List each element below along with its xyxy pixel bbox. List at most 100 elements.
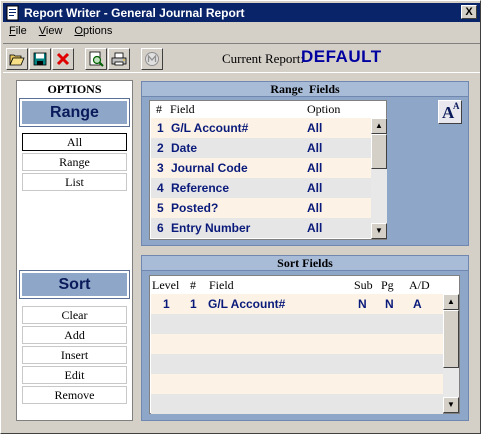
range-scrollbar[interactable]: ▲ ▼ xyxy=(371,118,387,239)
current-report-label: Current Report: xyxy=(222,51,304,66)
row-num: 3 xyxy=(157,161,164,175)
sort-empty-row[interactable] xyxy=(151,374,443,394)
col-option-header: Option xyxy=(307,102,341,116)
range-header: Range xyxy=(19,98,130,127)
sort-fields-table: Level # Field Sub Pg A/D 1 1 G/L Account… xyxy=(149,275,460,414)
row-field: G/L Account# xyxy=(208,297,286,311)
font-size-button[interactable]: A A xyxy=(438,100,462,124)
col-ad-header: A/D xyxy=(409,278,430,292)
menu-options[interactable]: Options xyxy=(68,23,118,41)
col-field-header: Field xyxy=(209,278,234,292)
range-row[interactable]: 6 Entry Number All xyxy=(151,218,372,238)
range-all-button[interactable]: All xyxy=(22,133,127,151)
range-fields-panel: Range Fields # Field Option 1 G/L Accoun… xyxy=(141,81,469,246)
row-option: All xyxy=(307,181,323,195)
options-title: OPTIONS xyxy=(47,82,102,96)
save-disk-icon xyxy=(33,52,47,66)
range-row[interactable]: 2 Date All xyxy=(151,138,372,158)
row-num: 1 xyxy=(157,121,164,135)
sort-add-button[interactable]: Add xyxy=(22,326,127,344)
sort-header: Sort xyxy=(19,270,130,299)
menu-bar: File View Options xyxy=(3,23,118,41)
row-level: 1 xyxy=(163,297,170,311)
sort-empty-row[interactable] xyxy=(151,334,443,354)
current-report-value: DEFAULT xyxy=(301,47,382,66)
row-option: All xyxy=(307,221,323,235)
scroll-down-icon[interactable]: ▼ xyxy=(371,223,387,239)
print-preview-button[interactable] xyxy=(85,48,107,70)
delete-x-icon xyxy=(56,52,70,66)
range-row[interactable]: 4 Reference All xyxy=(151,178,372,198)
row-field: G/L Account# xyxy=(171,121,249,135)
row-num: 1 xyxy=(190,297,197,311)
open-folder-icon xyxy=(9,54,25,66)
save-button[interactable] xyxy=(29,48,51,70)
sort-edit-button[interactable]: Edit xyxy=(22,366,127,384)
row-num: 6 xyxy=(157,221,164,235)
scroll-thumb[interactable] xyxy=(371,134,387,169)
sort-fields-panel: Sort Fields Level # Field Sub Pg A/D 1 1… xyxy=(141,255,469,421)
title-bar: Report Writer - General Journal Report X xyxy=(3,3,480,22)
range-range-button[interactable]: Range xyxy=(22,153,127,171)
row-ad: A xyxy=(413,297,422,311)
range-fields-table: # Field Option 1 G/L Account# All 2 Date… xyxy=(149,100,387,240)
close-button[interactable]: X xyxy=(461,5,477,19)
sort-remove-button[interactable]: Remove xyxy=(22,386,127,404)
delete-button[interactable] xyxy=(52,48,74,70)
range-fields-title: Range Fields xyxy=(142,82,468,97)
sort-insert-button[interactable]: Insert xyxy=(22,346,127,364)
print-preview-icon xyxy=(89,51,104,67)
sort-empty-row[interactable] xyxy=(151,394,443,414)
print-icon xyxy=(111,52,127,66)
sort-table-header: Level # Field Sub Pg A/D xyxy=(150,276,459,294)
col-num-header: # xyxy=(156,102,162,116)
row-pg: N xyxy=(385,297,394,311)
range-row[interactable]: 1 G/L Account# All xyxy=(151,118,372,138)
col-level-header: Level xyxy=(152,278,180,292)
scroll-up-icon[interactable]: ▲ xyxy=(371,118,387,134)
app-icon xyxy=(6,5,19,20)
row-field: Reference xyxy=(171,181,230,195)
col-field-header: Field xyxy=(170,102,195,116)
menu-file[interactable]: File xyxy=(3,23,33,41)
range-row[interactable]: 3 Journal Code All xyxy=(151,158,372,178)
font-size-icon-small: A xyxy=(453,101,460,111)
row-option: All xyxy=(307,201,323,215)
report-writer-window: Report Writer - General Journal Report X… xyxy=(0,0,481,434)
row-field: Journal Code xyxy=(171,161,248,175)
m-button[interactable] xyxy=(141,48,163,70)
row-option: All xyxy=(307,121,323,135)
row-field: Date xyxy=(171,141,198,155)
col-sub-header: Sub xyxy=(354,278,373,292)
sort-empty-row[interactable] xyxy=(151,354,443,374)
row-num: 2 xyxy=(157,141,164,155)
print-button[interactable] xyxy=(108,48,130,70)
scroll-down-icon[interactable]: ▼ xyxy=(443,397,459,413)
row-option: All xyxy=(307,161,323,175)
row-field: Entry Number xyxy=(171,221,251,235)
scroll-thumb[interactable] xyxy=(443,310,459,368)
m-disabled-icon xyxy=(145,52,159,66)
close-icon: X xyxy=(465,6,473,18)
range-row[interactable]: 5 Posted? All xyxy=(151,198,372,218)
window-title: Report Writer - General Journal Report xyxy=(24,5,245,20)
toolbar: Current Report: DEFAULT xyxy=(3,43,480,73)
sort-scrollbar[interactable]: ▲ ▼ xyxy=(443,294,459,413)
row-num: 5 xyxy=(157,201,164,215)
col-num-header: # xyxy=(190,278,196,292)
range-table-header: # Field Option xyxy=(150,101,386,117)
options-panel: OPTIONS Range All Range List Sort Clear … xyxy=(16,80,133,421)
open-button[interactable] xyxy=(6,48,28,70)
menu-view[interactable]: View xyxy=(33,23,69,41)
row-sub: N xyxy=(358,297,367,311)
sort-fields-title: Sort Fields xyxy=(142,256,468,271)
row-num: 4 xyxy=(157,181,164,195)
scroll-up-icon[interactable]: ▲ xyxy=(443,294,459,310)
col-pg-header: Pg xyxy=(381,278,394,292)
sort-clear-button[interactable]: Clear xyxy=(22,306,127,324)
sort-row[interactable]: 1 1 G/L Account# N N A xyxy=(151,294,443,314)
range-list-button[interactable]: List xyxy=(22,173,127,191)
row-option: All xyxy=(307,141,323,155)
sort-empty-row[interactable] xyxy=(151,314,443,334)
row-field: Posted? xyxy=(171,201,219,215)
